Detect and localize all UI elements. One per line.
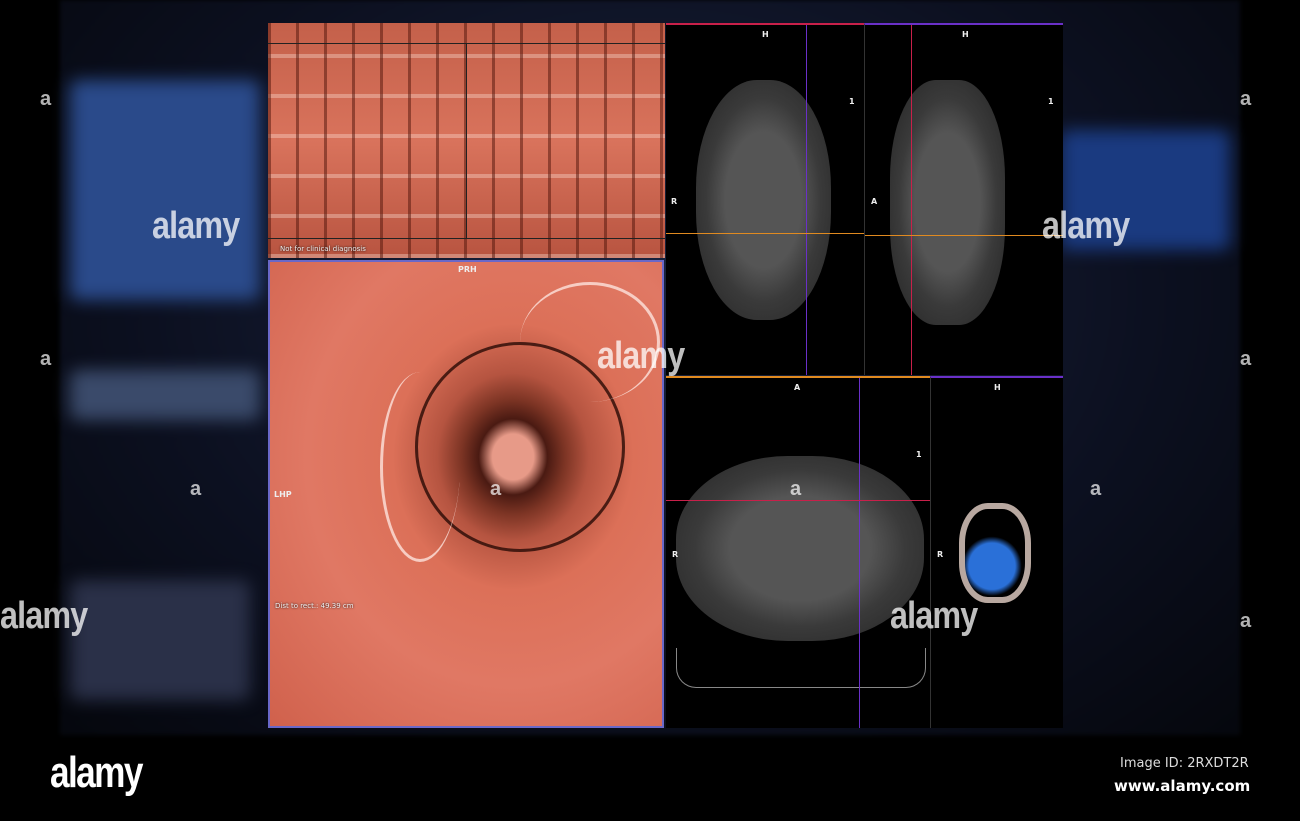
image-id: Image ID: 2RXDT2R: [1120, 756, 1249, 771]
watermark-mark: a: [790, 478, 802, 500]
watermark-mark: a: [1240, 610, 1252, 632]
alamy-url: www.alamy.com: [1114, 777, 1251, 795]
fold-highlight: [380, 372, 460, 562]
blurred-panel: [70, 580, 250, 700]
orientation-top: H: [962, 30, 969, 39]
endoluminal-view[interactable]: PRH LHP Dist to rect.: 49.39 cm: [268, 260, 664, 728]
watermark: alamy: [1042, 205, 1130, 247]
watermark-mark: a: [1090, 478, 1102, 500]
colon-3d-model: [959, 503, 1031, 603]
orientation-top: H: [994, 383, 1001, 392]
watermark: alamy: [597, 335, 685, 377]
orientation-left: R: [671, 197, 678, 206]
watermark: alamy: [890, 595, 978, 637]
watermark-mark: a: [40, 88, 52, 110]
watermark-mark: a: [40, 348, 52, 370]
orientation-left: R: [937, 550, 944, 559]
distance-readout: Dist to rect.: 49.39 cm: [275, 602, 354, 610]
watermark-mark: a: [490, 478, 502, 500]
virtual-dissection-view[interactable]: Not for clinical diagnosis: [268, 23, 665, 258]
orientation-left: A: [871, 197, 878, 206]
watermark-mark: a: [1240, 348, 1252, 370]
disclaimer-text: Not for clinical diagnosis: [280, 245, 366, 253]
sagittal-ct-view[interactable]: H A 1: [864, 23, 1063, 375]
watermark-mark: a: [1240, 88, 1252, 110]
watermark: alamy: [152, 205, 240, 247]
ct-body: [696, 80, 831, 320]
blurred-panel: [70, 80, 260, 300]
orientation-top: PRH: [458, 265, 477, 274]
axial-ct-view[interactable]: A R 1: [666, 376, 930, 728]
orientation-left: R: [672, 550, 679, 559]
blurred-panel: [70, 370, 260, 420]
slice-number: 1: [916, 450, 922, 459]
slice-number: 1: [1048, 97, 1054, 106]
3d-colon-volume-view[interactable]: H R: [930, 376, 1063, 728]
orientation-top: H: [762, 30, 769, 39]
orientation-top: A: [794, 383, 801, 392]
watermark: alamy: [0, 595, 88, 637]
ct-body: [890, 80, 1005, 325]
coronal-ct-view[interactable]: H R 1: [666, 23, 864, 375]
slice-number: 1: [849, 97, 855, 106]
alamy-logo: alamy: [50, 748, 143, 797]
watermark-mark: a: [190, 478, 202, 500]
orientation-left: LHP: [274, 490, 292, 499]
